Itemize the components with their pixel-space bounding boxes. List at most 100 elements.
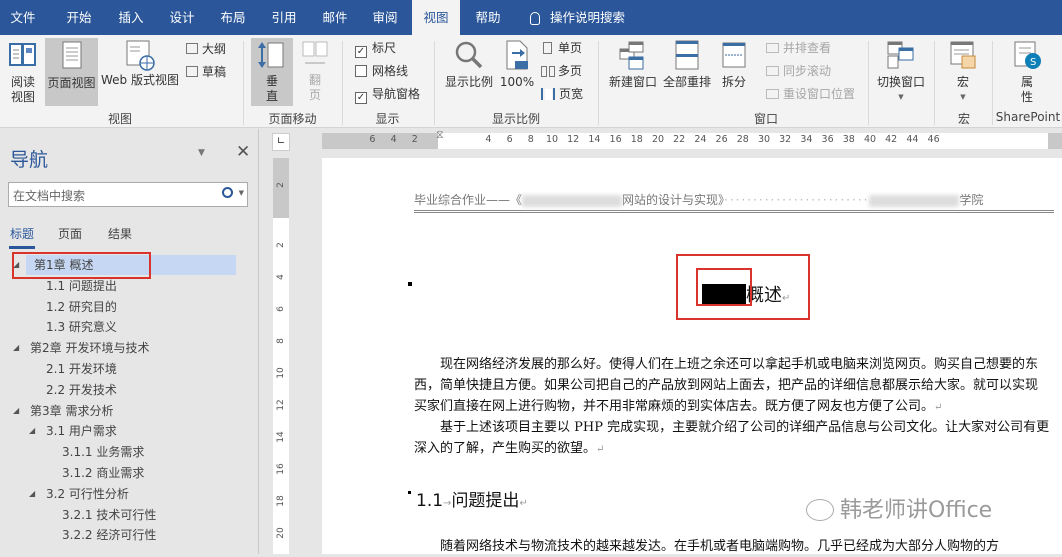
nav-heading-item[interactable]: ◢ 3.1 用户需求 (0, 421, 117, 441)
nav-options-dropdown-icon[interactable]: ▼ (198, 148, 205, 158)
tab-home[interactable]: 开始 (55, 0, 103, 35)
split-button[interactable]: 拆分 (715, 39, 753, 107)
new-window-button[interactable]: 新建窗口 (605, 39, 661, 107)
print-layout-label: 页面视图 (47, 76, 96, 90)
nav-heading-item[interactable]: ◢ 第2章 开发环境与技术 (0, 338, 149, 358)
nav-heading-item[interactable]: 1.3 研究意义 (0, 317, 117, 337)
nav-heading-item[interactable]: 1.2 研究目的 (0, 297, 117, 317)
print-layout-button[interactable]: 页面视图 (45, 38, 98, 106)
ribbon-tab-bar: 文件 开始 插入 设计 布局 引用 邮件 审阅 视图 帮助 操作说明搜索 (0, 0, 1062, 35)
tab-layout[interactable]: 布局 (209, 0, 257, 35)
collapse-triangle-icon[interactable]: ◢ (13, 338, 19, 358)
view-side-by-side-button[interactable]: 并排查看 (766, 38, 831, 58)
ruler-tick-label: 2 (276, 242, 286, 248)
page-movement-group-label: 页面移动 (268, 112, 317, 126)
nav-heading-item[interactable]: 2.2 开发技术 (0, 380, 117, 400)
header-text-left: 毕业综合作业——《 (414, 193, 523, 207)
nav-pane-check-icon: ✓ (355, 92, 367, 104)
web-layout-button[interactable]: Web 版式视图 (100, 39, 180, 107)
search-icon[interactable] (222, 187, 233, 198)
macros-label: 宏 (956, 75, 969, 89)
sync-scroll-button[interactable]: 同步滚动 (766, 61, 831, 81)
nav-heading-item[interactable]: 3.1.1 业务需求 (0, 442, 144, 462)
nav-heading-item[interactable]: 3.2.1 技术可行性 (0, 505, 156, 525)
nav-heading-label: 3.2 可行性分析 (46, 486, 129, 501)
nav-pane-checkbox[interactable]: ✓ 导航窗格 (355, 84, 420, 104)
vertical-button[interactable]: 垂 直 (251, 38, 293, 106)
draft-button[interactable]: 草稿 (186, 62, 226, 82)
collapse-triangle-icon[interactable]: ◢ (29, 484, 35, 504)
collapse-triangle-icon[interactable]: ◢ (13, 401, 19, 421)
arrange-all-icon (675, 40, 699, 70)
side-to-side-icon (302, 41, 328, 64)
sync-scroll-label: 同步滚动 (783, 64, 832, 78)
sharepoint-group-label: SharePoint (995, 110, 1061, 124)
wechat-icon (806, 499, 834, 521)
indent-marker-icon[interactable]: ⧖ (436, 129, 444, 140)
one-page-icon (543, 42, 552, 54)
collapse-triangle-icon[interactable]: ◢ (29, 421, 35, 441)
ruler-tick-label: 26 (715, 134, 728, 145)
nav-heading-item[interactable]: 3.2.2 经济可行性 (0, 525, 156, 545)
reset-window-position-button[interactable]: 重设窗口位置 (766, 84, 855, 104)
zoom-100-button[interactable]: 100% (498, 39, 536, 107)
ruler-tick-label: 6 (276, 306, 286, 312)
page-width-label: 页宽 (559, 87, 584, 101)
print-layout-icon (62, 41, 81, 69)
show-group-label: 显示 (375, 112, 400, 126)
nav-tab-pages[interactable]: 页面 (58, 225, 82, 242)
reset-position-label: 重设窗口位置 (783, 87, 856, 101)
switch-windows-button[interactable]: 切换窗口 ▼ (872, 39, 930, 107)
nav-heading-label: 1.3 研究意义 (46, 320, 117, 335)
sync-scroll-icon (766, 66, 779, 76)
read-mode-button[interactable]: 阅读 视图 (4, 39, 42, 107)
ruler-tick-label: 24 (694, 134, 707, 145)
tab-mailings[interactable]: 邮件 (311, 0, 359, 35)
tell-me-search[interactable]: 操作说明搜索 (522, 0, 632, 35)
multiple-pages-button[interactable]: 多页 (541, 61, 582, 81)
arrange-all-button[interactable]: 全部重排 (661, 39, 713, 107)
tab-design[interactable]: 设计 (158, 0, 206, 35)
list-bullet (408, 282, 412, 286)
paragraph-2: 基于上述该项目主要以 PHP 完成实现，主要就介绍了公司的详细产品信息与公司文化… (414, 420, 1050, 456)
nav-heading-label: 3.1 用户需求 (46, 424, 117, 439)
section-number: 1.1 (416, 491, 444, 511)
macros-button[interactable]: 宏 ▼ (940, 39, 986, 107)
tab-selector-button[interactable]: ∟ (272, 133, 290, 151)
selected-heading-highlight-box (12, 252, 151, 279)
one-page-button[interactable]: 单页 (543, 38, 582, 58)
ruler-tick-label: 6 (506, 134, 513, 145)
page-width-button[interactable]: 页宽 (541, 84, 583, 104)
horizontal-ruler[interactable]: 6 4 2 4 6 8 10 12 14 16 18 20 22 24 26 28 30 32 34 36 38 40 42… (322, 129, 1062, 149)
nav-heading-label: 2.1 开发环境 (46, 362, 117, 376)
side-label-1: 翻 (308, 73, 321, 87)
tab-file[interactable]: 文件 (0, 0, 46, 35)
nav-search-input[interactable]: 在文档中搜索 ▼ (8, 182, 248, 207)
side-to-side-button[interactable]: 翻 页 (296, 39, 334, 107)
nav-heading-item[interactable]: 3.1.2 商业需求 (0, 463, 144, 483)
tab-view[interactable]: 视图 (412, 0, 460, 35)
outline-button[interactable]: 大纲 (186, 39, 226, 59)
tab-references[interactable]: 引用 (260, 0, 308, 35)
nav-pane-splitter[interactable] (258, 129, 270, 554)
tab-help[interactable]: 帮助 (464, 0, 512, 35)
properties-button[interactable]: S 属 性 (1004, 39, 1050, 107)
nav-tab-results[interactable]: 结果 (108, 225, 132, 242)
ruler-tick-label: 4 (485, 134, 492, 145)
nav-tab-headings[interactable]: 标题 (10, 225, 34, 242)
gridlines-checkbox[interactable]: 网格线 (355, 61, 408, 81)
ruler-right-margin (1048, 133, 1062, 149)
nav-heading-item[interactable]: 2.1 开发环境 (0, 359, 117, 379)
close-icon[interactable]: ✕ (236, 142, 250, 162)
nav-heading-item[interactable]: ◢ 3.2 可行性分析 (0, 484, 129, 504)
ruler-checkbox[interactable]: ✓ 标尺 (355, 38, 396, 58)
tab-insert[interactable]: 插入 (107, 0, 155, 35)
zoom-button[interactable]: 显示比例 (442, 39, 496, 107)
tab-review[interactable]: 审阅 (361, 0, 409, 35)
nav-heading-label: 3.2.1 技术可行性 (62, 507, 157, 522)
new-window-label: 新建窗口 (608, 75, 657, 89)
nav-heading-item[interactable]: ◢ 第3章 需求分析 (0, 401, 113, 421)
search-dropdown-icon[interactable]: ▼ (239, 189, 244, 197)
vertical-ruler[interactable]: 2 2 4 6 8 10 12 14 16 18 20 (273, 158, 289, 554)
document-page[interactable]: 毕业综合作业——《 网站的设计与实现》······················… (322, 158, 1062, 554)
